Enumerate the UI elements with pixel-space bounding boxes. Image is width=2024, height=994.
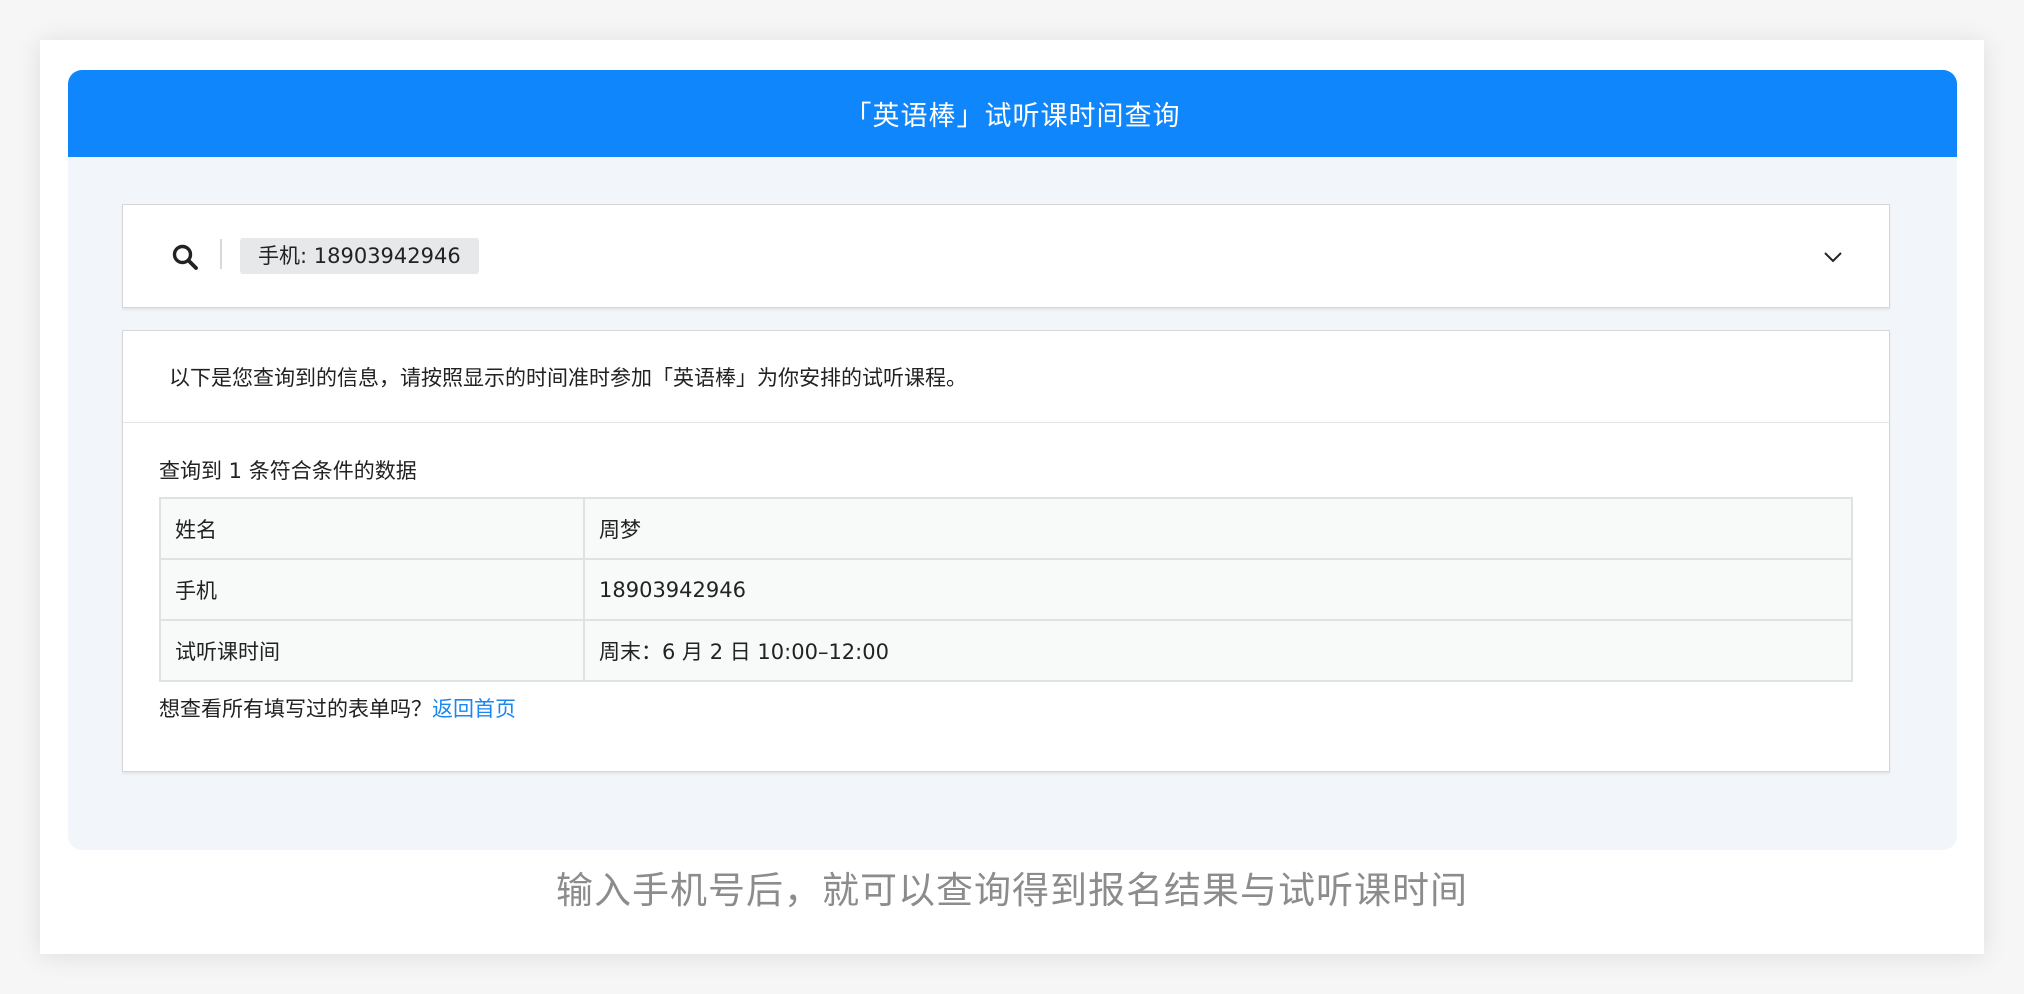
row-value: 周梦 (583, 497, 1853, 560)
footer-line: 想查看所有填写过的表单吗？返回首页 (159, 693, 516, 723)
search-panel[interactable]: 手机: 18903942946 (122, 204, 1890, 308)
result-table: 姓名 周梦 手机 18903942946 试听课时间 周末：6 月 2 日 10… (159, 497, 1853, 682)
search-icon[interactable] (171, 243, 199, 271)
result-count: 查询到 1 条符合条件的数据 (159, 459, 417, 483)
row-label: 姓名 (159, 497, 585, 560)
return-home-link[interactable]: 返回首页 (432, 697, 516, 721)
row-label: 手机 (159, 558, 585, 621)
result-panel: 以下是您查询到的信息，请按照显示的时间准时参加「英语棒」为你安排的试听课程。 查… (122, 330, 1890, 772)
page-header: 「英语棒」试听课时间查询 (68, 70, 1957, 157)
row-label: 试听课时间 (159, 619, 585, 682)
row-value: 18903942946 (583, 558, 1853, 621)
app-frame: 「英语棒」试听课时间查询 手机: 18903942946 以下是您查询到的信息，… (68, 70, 1957, 850)
footer-text: 想查看所有填写过的表单吗？ (159, 697, 432, 721)
phone-filter-tag[interactable]: 手机: 18903942946 (240, 238, 479, 274)
table-row: 手机 18903942946 (159, 558, 1853, 621)
table-row: 试听课时间 周末：6 月 2 日 10:00–12:00 (159, 619, 1853, 682)
chevron-down-icon[interactable] (1821, 245, 1845, 269)
notice-text: 以下是您查询到的信息，请按照显示的时间准时参加「英语棒」为你安排的试听课程。 (169, 365, 967, 390)
screenshot-card: 「英语棒」试听课时间查询 手机: 18903942946 以下是您查询到的信息，… (40, 40, 1984, 954)
row-value: 周末：6 月 2 日 10:00–12:00 (583, 619, 1853, 682)
page-title: 「英语棒」试听课时间查询 (844, 101, 1181, 132)
table-row: 姓名 周梦 (159, 497, 1853, 560)
caption: 输入手机号后，就可以查询得到报名结果与试听课时间 (556, 869, 1468, 912)
phone-filter-label: 手机: 18903942946 (258, 244, 461, 268)
search-divider (220, 239, 222, 269)
result-notice: 以下是您查询到的信息，请按照显示的时间准时参加「英语棒」为你安排的试听课程。 (123, 331, 1889, 423)
